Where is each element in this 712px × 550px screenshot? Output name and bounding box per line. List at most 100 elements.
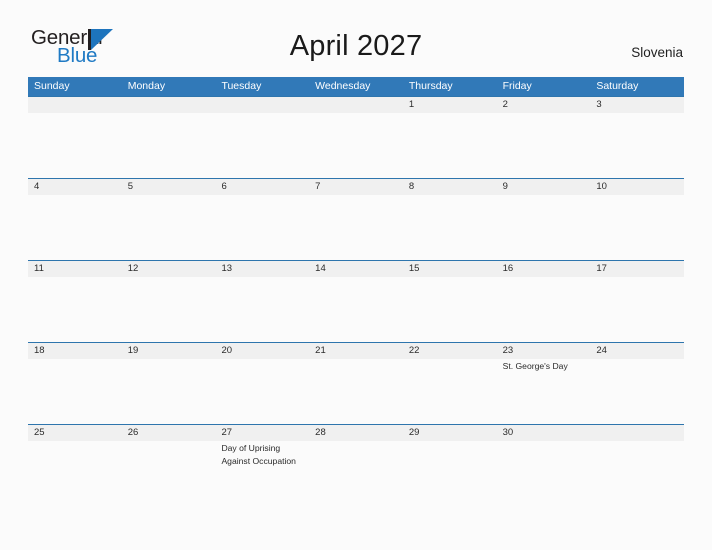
day-events[interactable] xyxy=(403,113,497,177)
day-events[interactable] xyxy=(122,441,216,505)
week-row: 18 19 20 21 22 23 24 St. George's Day xyxy=(28,342,684,424)
day-number[interactable]: 27 xyxy=(215,425,309,441)
day-events[interactable] xyxy=(497,277,591,341)
event-label: St. George's Day xyxy=(502,361,568,371)
event-label: Day of Uprising xyxy=(221,443,281,453)
day-events[interactable] xyxy=(28,277,122,341)
day-number[interactable]: 23 xyxy=(497,343,591,359)
day-number[interactable]: 8 xyxy=(403,179,497,195)
day-number[interactable]: 24 xyxy=(590,343,684,359)
day-events[interactable] xyxy=(215,277,309,341)
week-date-band: 18 19 20 21 22 23 24 xyxy=(28,343,684,359)
week-date-band: 4 5 6 7 8 9 10 xyxy=(28,179,684,195)
week-date-band: 1 2 3 xyxy=(28,97,684,113)
week-event-band xyxy=(28,277,684,341)
day-number[interactable]: 22 xyxy=(403,343,497,359)
day-events[interactable] xyxy=(403,441,497,505)
weekday-monday: Monday xyxy=(127,80,166,92)
day-number[interactable]: 10 xyxy=(590,179,684,195)
day-events[interactable] xyxy=(590,195,684,259)
day-number[interactable]: 16 xyxy=(497,261,591,277)
day-number[interactable]: 15 xyxy=(403,261,497,277)
day-number[interactable] xyxy=(590,425,684,441)
day-number[interactable]: 7 xyxy=(309,179,403,195)
day-events[interactable] xyxy=(590,359,684,423)
day-number[interactable]: 25 xyxy=(28,425,122,441)
page-title: April 2027 xyxy=(289,30,423,62)
day-number[interactable]: 9 xyxy=(497,179,591,195)
day-number[interactable]: 17 xyxy=(590,261,684,277)
day-events[interactable] xyxy=(590,113,684,177)
day-number[interactable]: 29 xyxy=(403,425,497,441)
weekday-header-row: Sunday Monday Tuesday Wednesday Thursday… xyxy=(28,77,684,96)
day-events[interactable]: St. George's Day xyxy=(497,359,591,423)
day-events[interactable] xyxy=(28,441,122,505)
weekday-saturday: Saturday xyxy=(596,80,639,92)
day-number[interactable]: 2 xyxy=(497,97,591,113)
day-number[interactable]: 14 xyxy=(309,261,403,277)
day-events[interactable] xyxy=(403,277,497,341)
day-number[interactable]: 19 xyxy=(122,343,216,359)
day-events[interactable] xyxy=(309,441,403,505)
day-events[interactable] xyxy=(122,113,216,177)
day-number[interactable] xyxy=(28,97,122,113)
day-events[interactable] xyxy=(497,441,591,505)
day-events[interactable] xyxy=(497,113,591,177)
day-events[interactable]: Day of Uprising Against Occupation xyxy=(215,441,309,505)
week-event-band xyxy=(28,195,684,259)
calendar-page: General Blue April 2027 Slovenia Sunday … xyxy=(0,0,712,550)
weekday-friday: Friday xyxy=(502,80,532,92)
weekday-sunday: Sunday xyxy=(34,80,70,92)
week-event-band: Day of Uprising Against Occupation xyxy=(28,441,684,505)
day-events[interactable] xyxy=(28,359,122,423)
day-number[interactable]: 4 xyxy=(28,179,122,195)
day-number[interactable]: 12 xyxy=(122,261,216,277)
day-number[interactable]: 5 xyxy=(122,179,216,195)
day-events[interactable] xyxy=(215,113,309,177)
day-events[interactable] xyxy=(122,195,216,259)
day-events[interactable] xyxy=(497,195,591,259)
day-number[interactable]: 30 xyxy=(497,425,591,441)
week-date-band: 11 12 13 14 15 16 17 xyxy=(28,261,684,277)
day-events[interactable] xyxy=(309,277,403,341)
day-number[interactable]: 26 xyxy=(122,425,216,441)
day-events[interactable] xyxy=(215,195,309,259)
week-date-band: 25 26 27 28 29 30 xyxy=(28,425,684,441)
day-events[interactable] xyxy=(590,277,684,341)
day-number[interactable]: 18 xyxy=(28,343,122,359)
day-number[interactable]: 28 xyxy=(309,425,403,441)
day-number[interactable]: 13 xyxy=(215,261,309,277)
day-events[interactable] xyxy=(590,441,684,505)
day-events[interactable] xyxy=(309,195,403,259)
day-events[interactable] xyxy=(215,359,309,423)
week-row: 25 26 27 28 29 30 Day of Uprising Against… xyxy=(28,424,684,506)
event-label: Against Occupation xyxy=(221,455,296,466)
day-events[interactable] xyxy=(309,359,403,423)
page-header: General Blue April 2027 Slovenia xyxy=(0,0,712,65)
weekday-tuesday: Tuesday xyxy=(221,80,262,92)
weekday-wednesday: Wednesday xyxy=(315,80,371,92)
region-label: Slovenia xyxy=(631,45,683,60)
week-row: 4 5 6 7 8 9 10 xyxy=(28,178,684,260)
week-event-band xyxy=(28,113,684,177)
day-number[interactable] xyxy=(215,97,309,113)
day-number[interactable] xyxy=(122,97,216,113)
day-number[interactable]: 6 xyxy=(215,179,309,195)
day-number[interactable]: 3 xyxy=(590,97,684,113)
day-events[interactable] xyxy=(122,359,216,423)
calendar-grid: Sunday Monday Tuesday Wednesday Thursday… xyxy=(28,77,684,506)
day-events[interactable] xyxy=(28,113,122,177)
day-number[interactable]: 1 xyxy=(403,97,497,113)
day-events[interactable] xyxy=(28,195,122,259)
day-number[interactable] xyxy=(309,97,403,113)
day-events[interactable] xyxy=(309,113,403,177)
day-number[interactable]: 11 xyxy=(28,261,122,277)
day-events[interactable] xyxy=(122,277,216,341)
day-events[interactable] xyxy=(403,359,497,423)
day-events[interactable] xyxy=(403,195,497,259)
day-number[interactable]: 20 xyxy=(215,343,309,359)
week-row: 11 12 13 14 15 16 17 xyxy=(28,260,684,342)
day-number[interactable]: 21 xyxy=(309,343,403,359)
week-event-band: St. George's Day xyxy=(28,359,684,423)
weekday-thursday: Thursday xyxy=(408,80,453,92)
